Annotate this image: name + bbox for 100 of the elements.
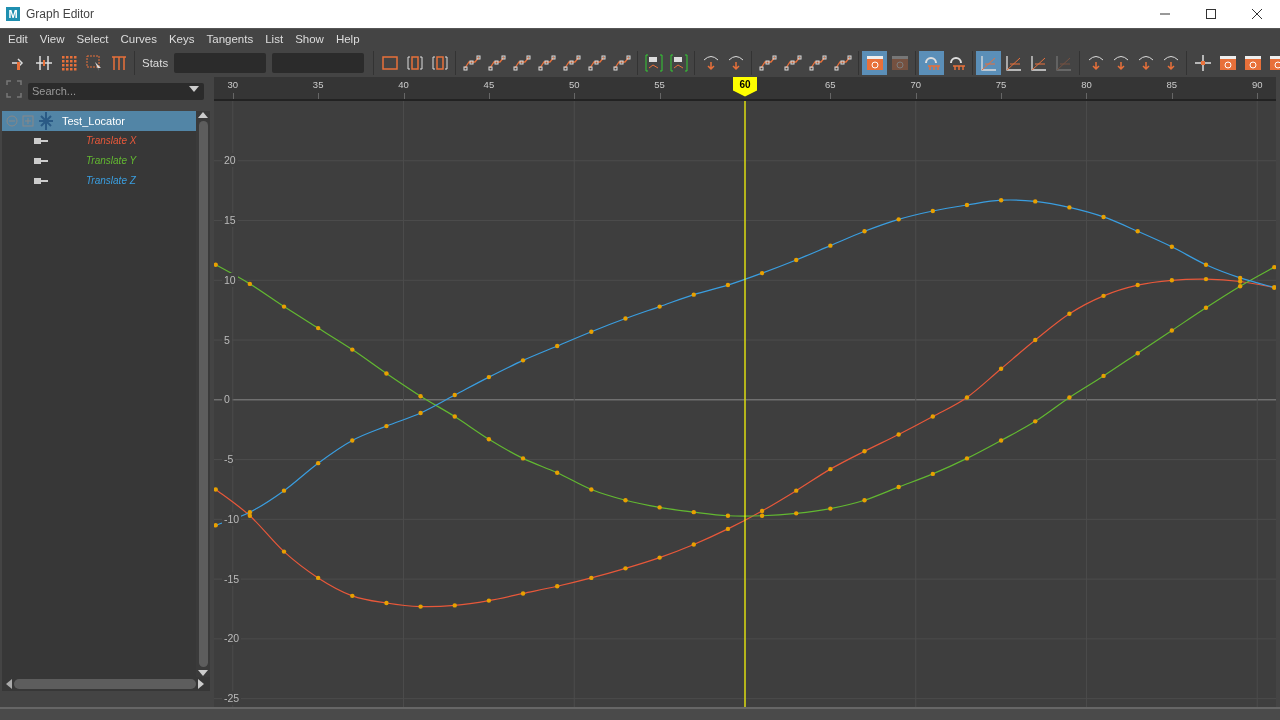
attribute-label[interactable]: Translate Z bbox=[86, 175, 136, 187]
keyframe-dot[interactable] bbox=[350, 347, 355, 352]
keyframe-dot[interactable] bbox=[828, 505, 833, 511]
keyframe-dot[interactable] bbox=[862, 448, 867, 453]
keyframe-dot[interactable] bbox=[1135, 228, 1140, 234]
keyframe-dot[interactable] bbox=[964, 455, 970, 461]
keyframe-dot[interactable] bbox=[315, 575, 321, 580]
keyframe-dot[interactable] bbox=[589, 329, 594, 334]
keyframe-dot[interactable] bbox=[828, 466, 833, 471]
keyframe-dot[interactable] bbox=[623, 315, 628, 321]
keyframe-dot[interactable] bbox=[589, 486, 594, 492]
keyframe-dot[interactable] bbox=[520, 590, 526, 596]
keyframe-dot[interactable] bbox=[486, 436, 492, 442]
keyframe-dot[interactable] bbox=[418, 393, 423, 398]
keyframe-dot[interactable] bbox=[350, 593, 355, 598]
keyframe-dot[interactable] bbox=[759, 270, 765, 275]
keyframe-dot[interactable] bbox=[555, 343, 560, 348]
keyframe-dot[interactable] bbox=[623, 565, 628, 571]
keyframe-dot[interactable] bbox=[794, 488, 799, 493]
keyframe-dot[interactable] bbox=[725, 513, 731, 518]
keyframe-dot[interactable] bbox=[247, 281, 253, 286]
keyframe-dot[interactable] bbox=[1101, 214, 1106, 219]
keyframe-dot[interactable] bbox=[1067, 394, 1072, 400]
menu-item[interactable]: Keys bbox=[162, 31, 201, 48]
keyframe-dot[interactable] bbox=[1135, 350, 1140, 355]
keyframe-dot[interactable] bbox=[623, 497, 628, 502]
left-arrow-icon[interactable] bbox=[6, 678, 12, 689]
keyframe-dot[interactable] bbox=[930, 413, 935, 419]
keyframe-dot[interactable] bbox=[657, 504, 662, 510]
keyframe-dot[interactable] bbox=[896, 216, 901, 222]
keyframe-dot[interactable] bbox=[1135, 282, 1140, 287]
keyframe-dot[interactable] bbox=[384, 600, 389, 605]
vertical-scrollbar[interactable] bbox=[196, 110, 210, 677]
menu-item[interactable]: Tangents bbox=[200, 31, 260, 48]
keyframe-dot[interactable] bbox=[555, 470, 560, 475]
keyframe-dot[interactable] bbox=[520, 357, 526, 363]
menu-item[interactable]: Curves bbox=[114, 31, 163, 48]
keyframe-dot[interactable] bbox=[486, 598, 492, 603]
keyframe-dot[interactable] bbox=[452, 392, 457, 397]
down-arrow-icon[interactable] bbox=[198, 668, 208, 677]
keyframe-dot[interactable] bbox=[247, 509, 253, 514]
keyframe-dot[interactable] bbox=[281, 488, 287, 493]
keyframe-dot[interactable] bbox=[589, 575, 594, 580]
keyframe-dot[interactable] bbox=[964, 202, 970, 207]
keyframe-dot[interactable] bbox=[1203, 305, 1209, 310]
keyframe-dot[interactable] bbox=[998, 197, 1004, 202]
keyframe-dot[interactable] bbox=[1033, 198, 1038, 204]
keyframe-dot[interactable] bbox=[759, 513, 765, 518]
attribute-label[interactable]: Translate Y bbox=[86, 155, 137, 167]
keyframe-dot[interactable] bbox=[486, 374, 492, 379]
keyframe-dot[interactable] bbox=[691, 541, 696, 547]
keyframe-dot[interactable] bbox=[930, 208, 935, 213]
keyframe-dot[interactable] bbox=[1169, 244, 1175, 249]
keyframe-dot[interactable] bbox=[964, 394, 970, 400]
right-arrow-icon[interactable] bbox=[198, 678, 204, 689]
keyframe-dot[interactable] bbox=[862, 228, 867, 234]
keyframe-dot[interactable] bbox=[315, 325, 321, 330]
keyframe-dot[interactable] bbox=[930, 471, 935, 476]
menu-item[interactable]: List bbox=[259, 31, 290, 48]
menu-item[interactable]: Help bbox=[329, 31, 366, 48]
keyframe-dot[interactable] bbox=[281, 303, 287, 309]
caret-icon[interactable] bbox=[188, 85, 200, 94]
keyframe-dot[interactable] bbox=[691, 292, 696, 297]
keyframe-dot[interactable] bbox=[247, 513, 253, 518]
keyframe-dot[interactable] bbox=[1101, 293, 1106, 298]
toolbar-button[interactable] bbox=[976, 51, 1002, 76]
keyframe-dot[interactable] bbox=[1237, 283, 1243, 289]
keyframe-dot[interactable] bbox=[725, 526, 731, 531]
keyframe-dot[interactable] bbox=[384, 370, 389, 376]
keyframe-dot[interactable] bbox=[418, 410, 423, 415]
keyframe-dot[interactable] bbox=[1169, 277, 1175, 283]
keyframe-dot[interactable] bbox=[691, 509, 696, 514]
toolbar-button[interactable] bbox=[919, 51, 945, 76]
keyframe-dot[interactable] bbox=[1203, 276, 1209, 281]
keyframe-dot[interactable] bbox=[1067, 204, 1072, 210]
menu-item[interactable]: Show bbox=[289, 31, 330, 48]
keyframe-dot[interactable] bbox=[281, 549, 287, 554]
stats-field[interactable] bbox=[272, 53, 365, 74]
keyframe-dot[interactable] bbox=[1101, 373, 1106, 378]
keyframe-dot[interactable] bbox=[384, 423, 389, 428]
keyframe-dot[interactable] bbox=[1033, 337, 1038, 342]
keyframe-dot[interactable] bbox=[998, 437, 1004, 443]
keyframe-dot[interactable] bbox=[350, 437, 355, 443]
keyframe-dot[interactable] bbox=[452, 602, 457, 608]
keyframe-dot[interactable] bbox=[1169, 327, 1175, 333]
keyframe-dot[interactable] bbox=[315, 460, 321, 465]
keyframe-dot[interactable] bbox=[1067, 311, 1072, 316]
keyframe-dot[interactable] bbox=[418, 604, 423, 609]
menu-item[interactable]: View bbox=[33, 31, 71, 48]
keyframe-dot[interactable] bbox=[1033, 418, 1038, 424]
keyframe-dot[interactable] bbox=[794, 257, 799, 262]
keyframe-dot[interactable] bbox=[794, 510, 799, 516]
menu-item[interactable]: Select bbox=[70, 31, 115, 48]
keyframe-dot[interactable] bbox=[759, 508, 765, 513]
keyframe-dot[interactable] bbox=[657, 554, 662, 560]
stats-field[interactable] bbox=[174, 53, 267, 74]
keyframe-dot[interactable] bbox=[998, 366, 1004, 371]
keyframe-dot[interactable] bbox=[862, 497, 867, 502]
keyframe-dot[interactable] bbox=[896, 484, 901, 489]
menu-item[interactable]: Edit bbox=[2, 31, 34, 48]
